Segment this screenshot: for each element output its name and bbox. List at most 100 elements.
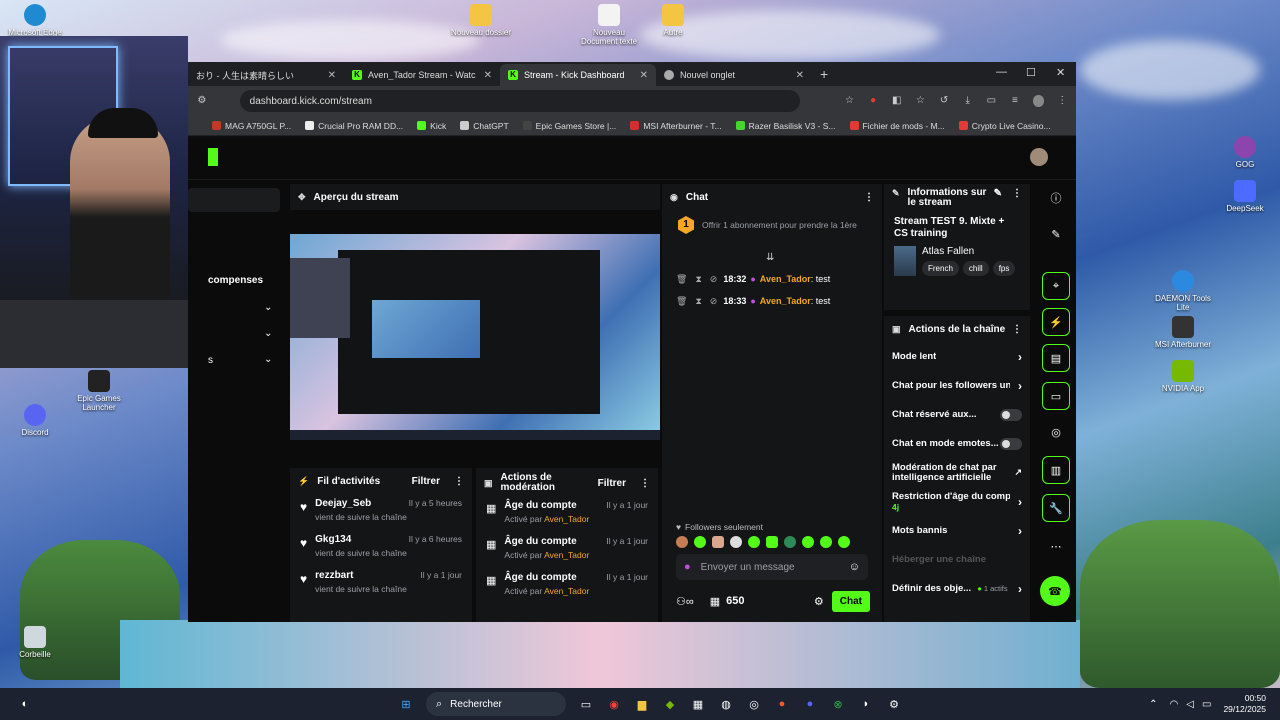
channel-action-item[interactable]: Chat pour les followers un ›: [884, 371, 1030, 400]
battery-icon[interactable]: ▭: [1202, 699, 1211, 710]
more-icon[interactable]: ⋮: [640, 478, 650, 489]
moderation-item[interactable]: ▦ Âge du compte Il y a 1 jour Activé par Av…: [476, 534, 658, 570]
more-icon[interactable]: ⋮: [1056, 95, 1068, 107]
bookmark-item[interactable]: Fichier de mods - M...: [849, 121, 945, 131]
channel-action-item[interactable]: Chat réservé aux...: [884, 400, 1030, 429]
channel-action-item[interactable]: Mots bannis ›: [884, 516, 1030, 545]
tray-chevron-icon[interactable]: ⌃: [1149, 699, 1157, 710]
bookmark-item[interactable]: MSI Afterburner - T...: [630, 121, 722, 131]
close-icon[interactable]: ✕: [328, 70, 336, 81]
windows-start-icon[interactable]: ⊞: [395, 693, 417, 715]
close-icon[interactable]: ✕: [484, 70, 492, 81]
menu-list-icon[interactable]: ≡: [1009, 95, 1021, 107]
emote-icon[interactable]: [820, 536, 832, 548]
history-icon[interactable]: ↺: [938, 95, 950, 107]
emote-icon[interactable]: [712, 536, 724, 548]
discord-icon[interactable]: ●: [799, 693, 821, 715]
desktop-icon-msi[interactable]: MSI Afterburner: [1148, 316, 1218, 349]
bookmark-item[interactable]: Crypto Live Casino...: [958, 121, 1051, 131]
activity-filter-button[interactable]: Filtrer: [412, 476, 440, 487]
delete-icon[interactable]: 🗑: [676, 296, 687, 307]
bookmark-item[interactable]: ChatGPT: [460, 121, 509, 131]
emote-icon[interactable]: [784, 536, 796, 548]
tag-chip[interactable]: French: [922, 261, 959, 276]
extensions-icon[interactable]: ◧: [891, 95, 903, 107]
channel-action-item[interactable]: Restriction d'âge du comp 4j ›: [884, 487, 1030, 516]
emoji-icon[interactable]: ☺: [849, 561, 860, 573]
info-icon[interactable]: ⓘ: [1042, 184, 1070, 212]
bolt-icon[interactable]: ⚡: [1042, 308, 1070, 336]
more-icon[interactable]: ⋮: [864, 192, 874, 203]
desktop-icon-discord[interactable]: Discord: [0, 404, 70, 437]
obs-icon[interactable]: ◎: [743, 693, 765, 715]
wifi-icon[interactable]: ◠: [1170, 699, 1179, 710]
emote-icon[interactable]: [676, 536, 688, 548]
minimize-button[interactable]: —: [996, 66, 1007, 78]
desktop-icon-nouveau-dossier[interactable]: Nouveau dossier: [446, 4, 516, 37]
bookmark-item[interactable]: MAG A750GL P...: [212, 121, 291, 131]
xbox-icon[interactable]: ⊗: [827, 693, 849, 715]
moderator-name[interactable]: Aven_Tador: [544, 586, 589, 596]
bookmark-item[interactable]: Epic Games Store |...: [522, 121, 616, 131]
desktop-icon-epic[interactable]: Epic Games Launcher: [64, 370, 134, 412]
external-link-icon[interactable]: ↗: [1014, 467, 1022, 478]
emote-icon[interactable]: [730, 536, 742, 548]
task-view-icon[interactable]: ▭: [575, 693, 597, 715]
activity-item[interactable]: ♥ rezzbart Il y a 1 jour vient de suivre la…: [290, 566, 472, 602]
opera-icon[interactable]: ●: [771, 693, 793, 715]
edit-icon[interactable]: ✎: [1042, 220, 1070, 248]
emote-icon[interactable]: [766, 536, 778, 548]
pin-icon[interactable]: ⇊: [766, 252, 774, 263]
channel-action-item[interactable]: Mode lent ›: [884, 342, 1030, 371]
document-icon[interactable]: ▤: [1042, 344, 1070, 372]
chat-settings-icon[interactable]: ⚙: [814, 595, 824, 608]
opera-icon[interactable]: ●: [867, 95, 879, 107]
tab-kick-watch[interactable]: KAven_Tador Stream - Watch Live✕: [344, 64, 500, 86]
chat-icon[interactable]: ▭: [1042, 382, 1070, 410]
chevron-down-icon[interactable]: ⌄: [264, 302, 272, 313]
activity-item[interactable]: ♥ Deejay_Seb Il y a 5 heures vient de suivr…: [290, 494, 472, 530]
download-icon[interactable]: ⤓: [962, 95, 974, 107]
bookmark-item[interactable]: Crucial Pro RAM DD...: [305, 121, 403, 131]
chrome-icon[interactable]: ◉: [603, 693, 625, 715]
file-explorer-icon[interactable]: ▆: [631, 693, 653, 715]
focus-icon[interactable]: ⌖: [1042, 272, 1070, 300]
chat-message[interactable]: 🗑 ⧗ ⊘ 18:32 ● Aven_Tador: test: [676, 268, 874, 290]
moderator-name[interactable]: Aven_Tador: [544, 514, 589, 524]
chevron-down-icon[interactable]: ⌄: [264, 328, 272, 339]
volume-icon[interactable]: ◁: [1186, 699, 1194, 710]
support-icon[interactable]: ☎: [1040, 576, 1070, 606]
emote-icon[interactable]: [694, 536, 706, 548]
moderation-filter-button[interactable]: Filtrer: [598, 478, 626, 489]
chat-input[interactable]: ● Envoyer un message ☺: [676, 554, 868, 580]
desktop-icon-nvidia[interactable]: NVIDIA App: [1148, 360, 1218, 393]
kick-logo[interactable]: [208, 148, 218, 166]
clock[interactable]: 00:50 29/12/2025: [1223, 693, 1266, 715]
chevron-down-icon[interactable]: ⌄: [264, 354, 272, 365]
more-icon[interactable]: ⋮: [1012, 324, 1022, 335]
cast-icon[interactable]: ▭: [985, 95, 997, 107]
broadcast-icon[interactable]: ◎: [1042, 418, 1070, 446]
sub-gift-offer[interactable]: 1 Offrir 1 abonnement pour prendre la 1è…: [662, 210, 882, 240]
more-icon[interactable]: ⋮: [454, 476, 464, 487]
nvidia-icon[interactable]: ◆: [659, 693, 681, 715]
toggle-switch[interactable]: [1000, 437, 1022, 450]
message-user[interactable]: Aven_Tador: [760, 274, 811, 284]
stream-preview-video[interactable]: [290, 234, 660, 440]
emote-icon[interactable]: [838, 536, 850, 548]
chat-send-button[interactable]: Chat: [831, 590, 870, 612]
sidebar-item-recompenses[interactable]: compenses: [208, 275, 263, 286]
follower-name[interactable]: Deejay_Seb: [315, 498, 371, 509]
close-icon[interactable]: ✕: [640, 70, 648, 81]
tab-kick-dashboard[interactable]: K Stream - Kick Dashboard ✕: [500, 64, 656, 86]
maximize-button[interactable]: ☐: [1026, 66, 1036, 79]
toggle-switch[interactable]: [1000, 408, 1022, 421]
bookmark-item[interactable]: Kick: [417, 121, 446, 131]
emote-icon[interactable]: [748, 536, 760, 548]
server-icon[interactable]: ▥: [1042, 456, 1070, 484]
sidebar-item-s[interactable]: s: [208, 355, 213, 366]
profile-icon[interactable]: [1032, 95, 1045, 107]
user-avatar[interactable]: [1030, 148, 1048, 166]
desktop-icon-gog[interactable]: GOG: [1210, 136, 1280, 169]
timeout-icon[interactable]: ⧗: [695, 296, 701, 307]
